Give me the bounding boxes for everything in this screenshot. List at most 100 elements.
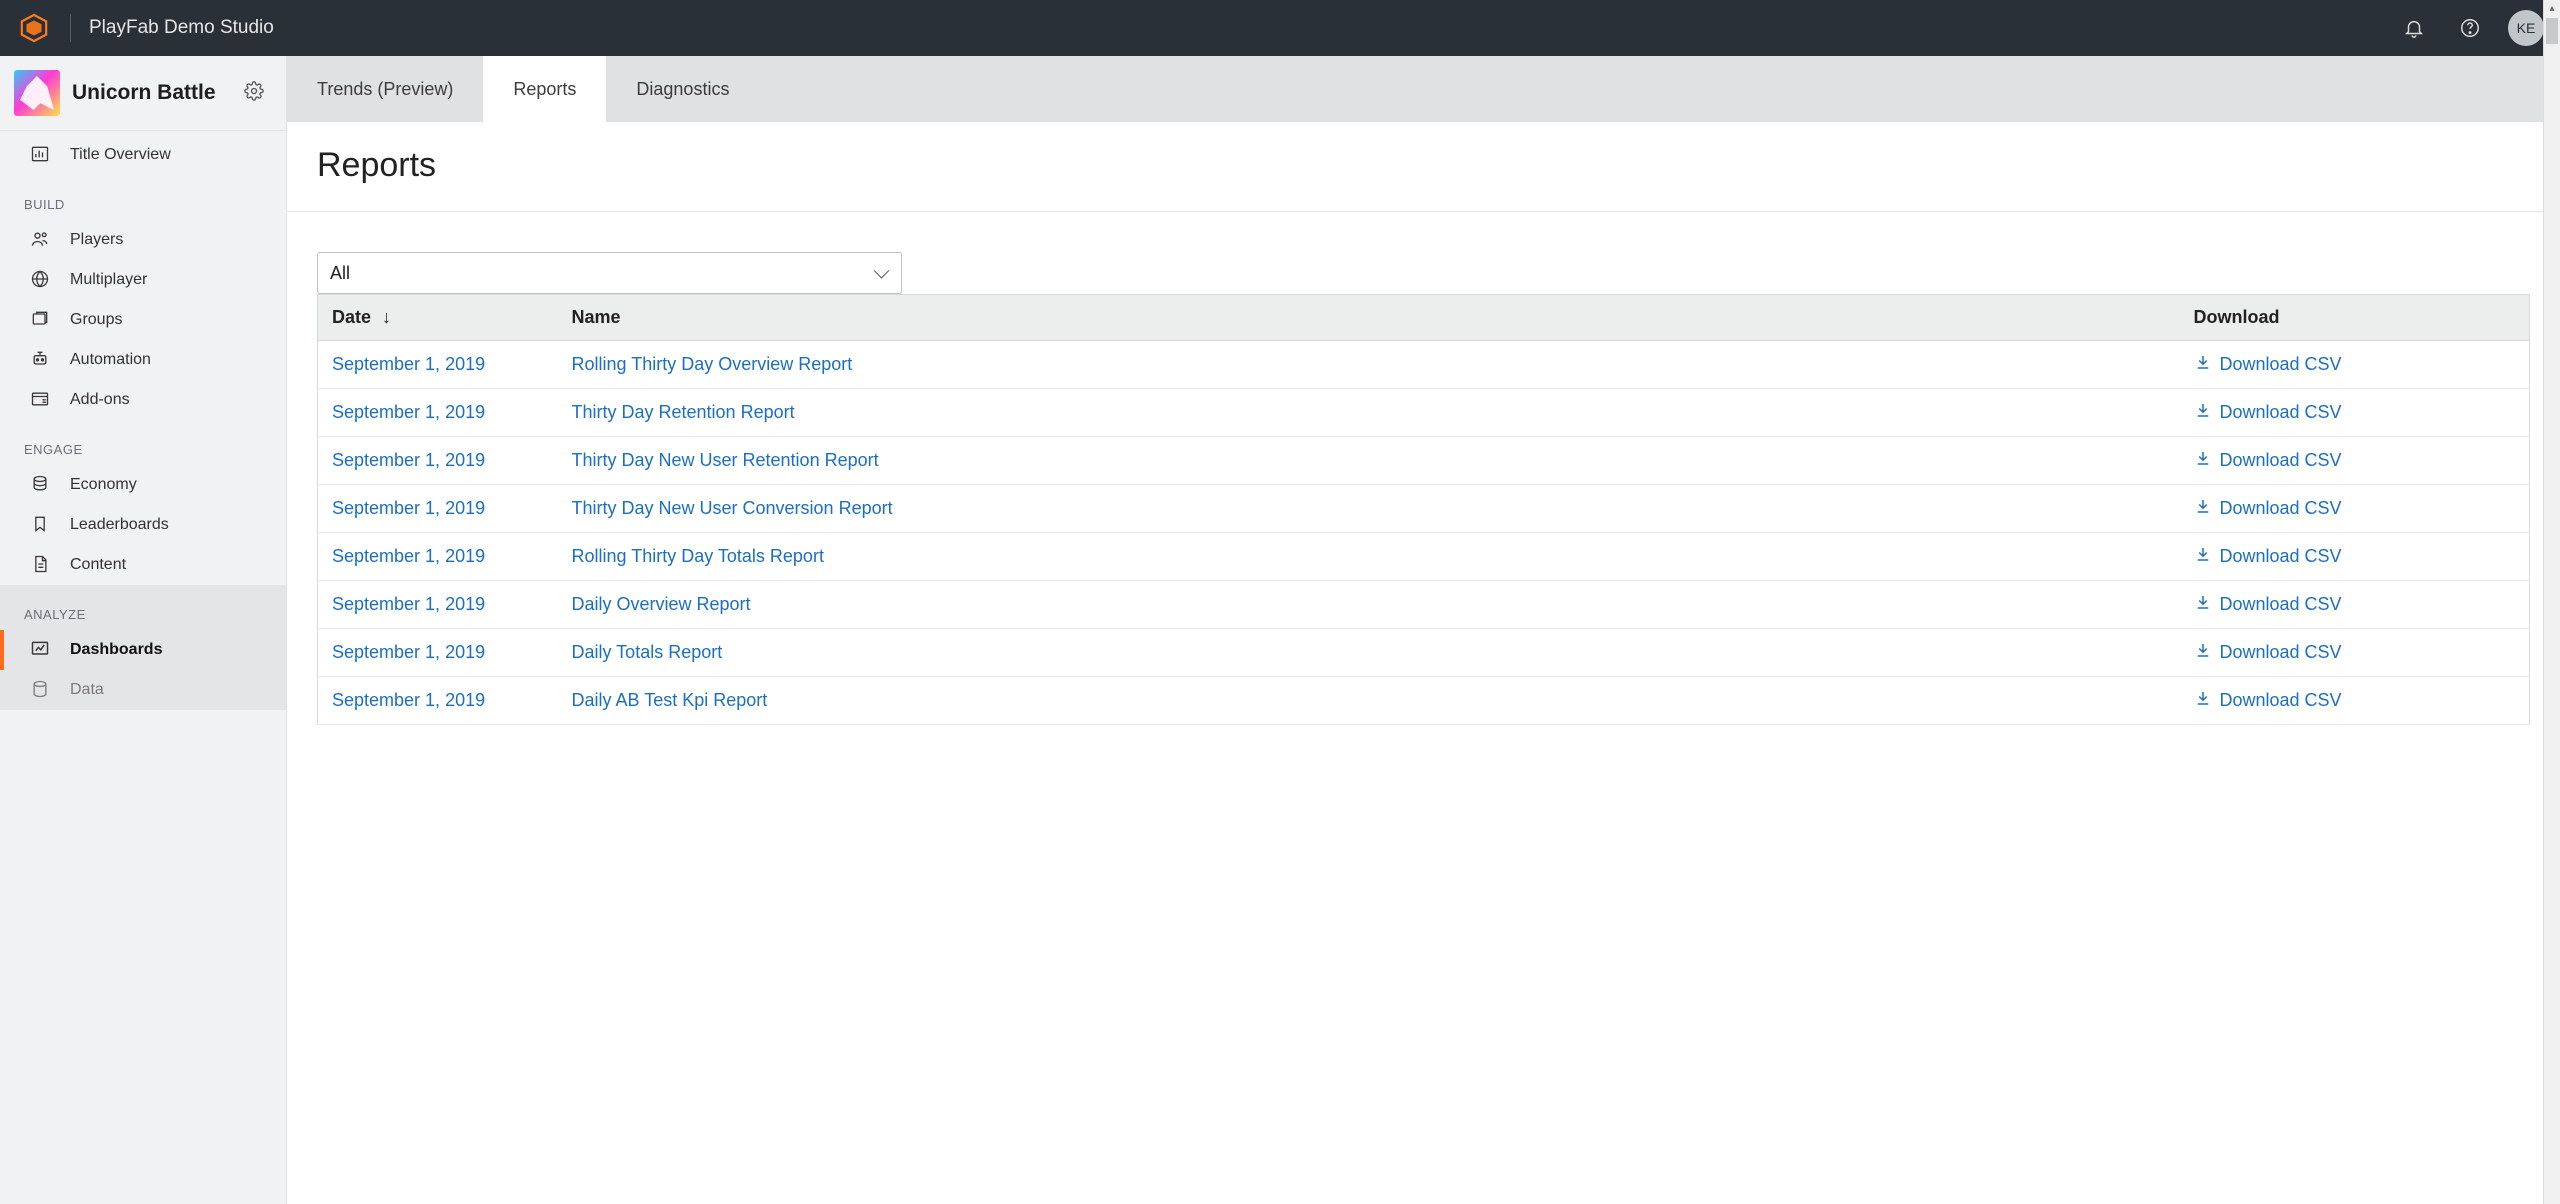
nav-label: Data [70,681,104,699]
report-date-link[interactable]: September 1, 2019 [332,546,485,566]
download-csv-link[interactable]: Download CSV [2194,641,2516,664]
groups-icon [30,309,52,331]
download-label: Download CSV [2220,642,2342,663]
nav-label: Leaderboards [70,516,169,534]
report-date-link[interactable]: September 1, 2019 [332,642,485,662]
report-name-link[interactable]: Thirty Day New User Retention Report [572,450,879,470]
nav-economy[interactable]: Economy [0,465,286,505]
report-date-link[interactable]: September 1, 2019 [332,594,485,614]
nav-multiplayer[interactable]: Multiplayer [0,260,286,300]
reports-table: Date ↓ Name Download September 1, 2019 Ro… [317,294,2530,725]
nav-dashboards[interactable]: Dashboards [0,630,286,670]
download-icon [2194,401,2212,424]
nav-label: Groups [70,311,122,329]
help-icon[interactable] [2450,8,2490,48]
nav-leaderboards[interactable]: Leaderboards [0,505,286,545]
bookmark-icon [30,514,52,536]
report-row: September 1, 2019 Daily Overview Report Do… [318,581,2530,629]
col-header-name[interactable]: Name [558,295,2180,341]
download-icon [2194,689,2212,712]
download-csv-link[interactable]: Download CSV [2194,353,2516,376]
main-content: Trends (Preview) Reports Diagnostics Rep… [287,56,2560,1204]
dashboard-icon [30,639,52,661]
title-settings-gear-icon[interactable] [244,81,268,105]
report-row: September 1, 2019 Daily Totals Report Down… [318,629,2530,677]
download-icon [2194,353,2212,376]
report-name-link[interactable]: Thirty Day New User Conversion Report [572,498,893,518]
report-name-link[interactable]: Daily AB Test Kpi Report [572,690,768,710]
addons-icon [30,389,52,411]
download-icon [2194,497,2212,520]
data-icon [30,679,52,701]
report-name-link[interactable]: Rolling Thirty Day Totals Report [572,546,824,566]
report-date-link[interactable]: September 1, 2019 [332,450,485,470]
report-name-link[interactable]: Daily Overview Report [572,594,751,614]
players-icon [30,229,52,251]
playfab-logo-icon[interactable] [16,10,52,46]
page-title: Reports [287,122,2560,211]
report-row: September 1, 2019 Thirty Day Retention Re… [318,389,2530,437]
download-label: Download CSV [2220,594,2342,615]
tab-diagnostics[interactable]: Diagnostics [606,56,759,122]
coins-icon [30,474,52,496]
download-icon [2194,545,2212,568]
nav-title-overview[interactable]: Title Overview [0,135,286,175]
report-name-link[interactable]: Daily Totals Report [572,642,723,662]
nav-label: Economy [70,476,137,494]
tab-reports[interactable]: Reports [483,56,606,122]
report-name-link[interactable]: Thirty Day Retention Report [572,402,795,422]
col-header-download[interactable]: Download [2180,295,2530,341]
nav-label: Title Overview [70,146,171,164]
tab-trends[interactable]: Trends (Preview) [287,56,483,122]
title-header: Unicorn Battle [0,56,286,131]
section-engage-label: ENGAGE [0,420,286,465]
download-csv-link[interactable]: Download CSV [2194,497,2516,520]
sort-desc-icon: ↓ [382,307,391,327]
title-name[interactable]: Unicorn Battle [72,81,244,105]
notifications-icon[interactable] [2394,8,2434,48]
scroll-up-icon[interactable]: ▴ [2544,0,2560,17]
nav-automation[interactable]: Automation [0,340,286,380]
section-build-label: BUILD [0,175,286,220]
user-avatar[interactable]: KE [2508,10,2544,46]
download-label: Download CSV [2220,546,2342,567]
download-csv-link[interactable]: Download CSV [2194,401,2516,424]
nav-label: Dashboards [70,641,162,659]
col-header-date[interactable]: Date ↓ [318,295,558,341]
report-row: September 1, 2019 Rolling Thirty Day Tota… [318,533,2530,581]
nav-label: Players [70,231,123,249]
filter-selected-value: All [330,263,350,284]
download-icon [2194,641,2212,664]
nav-label: Automation [70,351,151,369]
download-csv-link[interactable]: Download CSV [2194,449,2516,472]
nav-groups[interactable]: Groups [0,300,286,340]
download-csv-link[interactable]: Download CSV [2194,545,2516,568]
report-row: September 1, 2019 Thirty Day New User Con… [318,485,2530,533]
download-icon [2194,449,2212,472]
download-icon [2194,593,2212,616]
document-icon [30,554,52,576]
studio-name[interactable]: PlayFab Demo Studio [89,17,274,39]
download-label: Download CSV [2220,690,2342,711]
report-date-link[interactable]: September 1, 2019 [332,402,485,422]
nav-label: Content [70,556,126,574]
globe-icon [30,269,52,291]
report-name-link[interactable]: Rolling Thirty Day Overview Report [572,354,853,374]
download-csv-link[interactable]: Download CSV [2194,689,2516,712]
header-divider [70,14,71,42]
report-filter-select[interactable]: All [317,252,902,294]
download-label: Download CSV [2220,498,2342,519]
nav-data[interactable]: Data [0,670,286,710]
nav-players[interactable]: Players [0,220,286,260]
report-date-link[interactable]: September 1, 2019 [332,354,485,374]
report-row: September 1, 2019 Thirty Day New User Ret… [318,437,2530,485]
page-scrollbar[interactable]: ▴ [2543,0,2560,1204]
section-analyze-label: ANALYZE [0,585,286,630]
bar-chart-icon [30,144,52,166]
download-csv-link[interactable]: Download CSV [2194,593,2516,616]
scroll-thumb[interactable] [2546,18,2558,44]
nav-addons[interactable]: Add-ons [0,380,286,420]
nav-content[interactable]: Content [0,545,286,585]
report-date-link[interactable]: September 1, 2019 [332,498,485,518]
report-date-link[interactable]: September 1, 2019 [332,690,485,710]
